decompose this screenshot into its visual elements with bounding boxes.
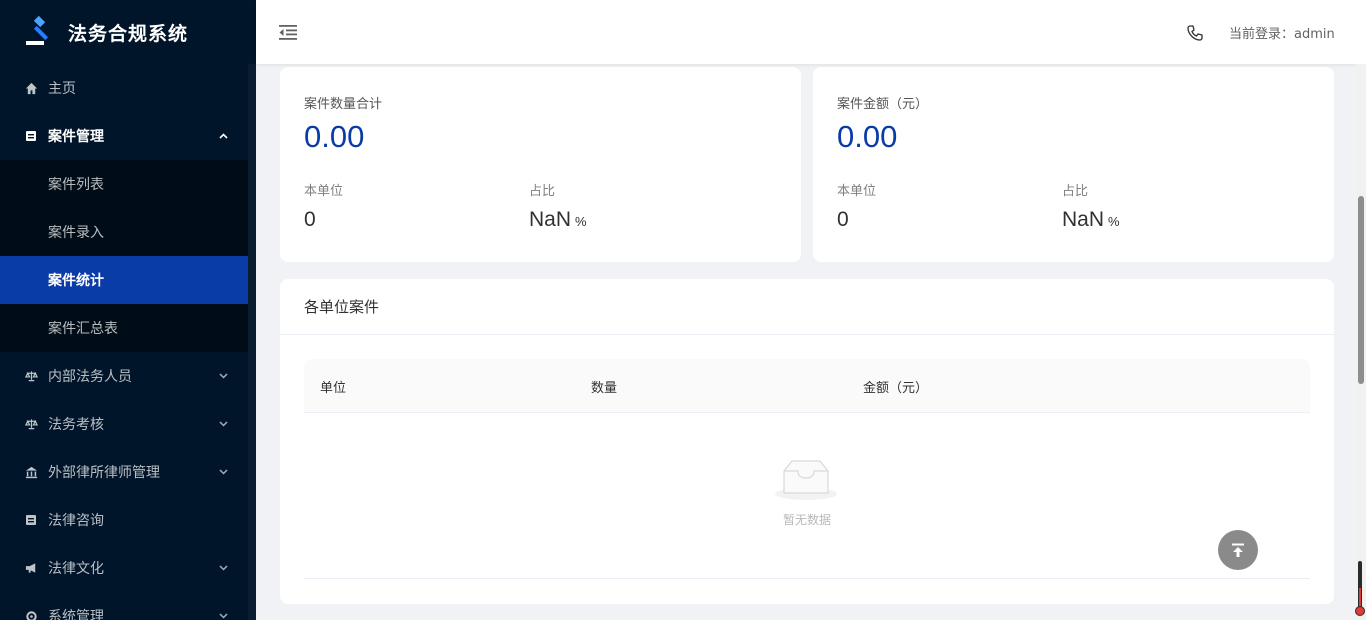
stat-unit-value: 0 <box>837 208 849 231</box>
sidebar-item-label: 法务考核 <box>48 417 104 433</box>
empty-text: 暂无数据 <box>782 513 831 527</box>
sidebar-scrollbar[interactable] <box>248 64 256 620</box>
sidebar-item-label: 法律文化 <box>48 561 104 577</box>
case-submenu: 案件列表 案件录入 案件统计 案件汇总表 <box>0 160 248 352</box>
sidebar-item-legal-assessment[interactable]: 法务考核 <box>0 400 248 448</box>
sidebar-item-label: 案件统计 <box>48 273 104 289</box>
sidebar-item-case-management[interactable]: 案件管理 <box>0 112 248 160</box>
stat-ratio-label: 占比 <box>529 184 556 199</box>
top-header: 当前登录：admin <box>256 0 1366 64</box>
case-count-card: 案件数量合计 0.00 本单位 占比 0 NaN% <box>280 67 801 262</box>
case-icon <box>24 513 38 527</box>
column-header-count[interactable]: 数量 <box>591 377 617 396</box>
chevron-up-icon <box>218 131 228 141</box>
sidebar-item-label: 案件录入 <box>48 225 104 241</box>
app-logo[interactable]: 法务合规系统 <box>0 0 256 64</box>
chevron-down-icon <box>218 563 228 573</box>
stat-value: 0.00 <box>304 119 365 154</box>
table-header: 单位 数量 金额（元） <box>304 359 1310 413</box>
scale-icon <box>24 417 38 431</box>
home-icon <box>24 81 38 95</box>
case-icon <box>24 129 38 143</box>
unit-cases-card: 各单位案件 单位 数量 金额（元） 暂无数据 <box>280 279 1334 604</box>
sidebar-item-label: 案件管理 <box>48 129 104 145</box>
page-scrollbar-thumb[interactable] <box>1358 196 1364 384</box>
sidebar-item-internal-legal-staff[interactable]: 内部法务人员 <box>0 352 248 400</box>
scale-icon <box>24 369 38 383</box>
stat-unit-label: 本单位 <box>837 184 877 199</box>
page-scrollbar[interactable] <box>1356 64 1366 620</box>
chevron-down-icon <box>218 371 228 381</box>
sidebar-item-case-entry[interactable]: 案件录入 <box>0 208 248 256</box>
stat-value: 0.00 <box>837 119 898 154</box>
sidebar-item-case-list[interactable]: 案件列表 <box>0 160 248 208</box>
sidebar-item-label: 系统管理 <box>48 609 104 620</box>
chevron-down-icon <box>218 419 228 429</box>
sidebar-item-external-law-firms[interactable]: 外部律所律师管理 <box>0 448 248 496</box>
sidebar-item-system-management[interactable]: 系统管理 <box>0 592 248 620</box>
phone-icon[interactable] <box>1186 24 1204 42</box>
sidebar-item-label: 主页 <box>48 81 76 97</box>
stat-ratio-value: NaN% <box>529 208 587 232</box>
gear-icon <box>24 609 38 620</box>
sidebar-item-label: 法律咨询 <box>48 513 104 529</box>
megaphone-icon <box>24 561 38 575</box>
stat-unit-value: 0 <box>304 208 316 231</box>
thermometer-icon[interactable] <box>1355 560 1365 618</box>
sidebar: 法务合规系统 主页 案件管理 案件列表 案件录入 案件统计 案件汇总表 内部法务… <box>0 0 256 620</box>
column-header-amount[interactable]: 金额（元） <box>863 377 928 396</box>
sidebar-item-label: 案件汇总表 <box>48 321 118 337</box>
gavel-logo-icon <box>26 16 49 45</box>
chevron-down-icon <box>218 467 228 477</box>
sidebar-item-legal-consultation[interactable]: 法律咨询 <box>0 496 248 544</box>
ratio-number: NaN <box>529 208 572 231</box>
sidebar-item-legal-culture[interactable]: 法律文化 <box>0 544 248 592</box>
case-amount-card: 案件金额（元） 0.00 本单位 占比 0 NaN% <box>813 67 1334 262</box>
ratio-number: NaN <box>1062 208 1105 231</box>
empty-inbox-icon <box>775 460 837 500</box>
bank-icon <box>24 465 38 479</box>
ratio-unit: % <box>1108 214 1120 229</box>
column-header-unit[interactable]: 单位 <box>320 377 346 396</box>
stat-ratio-label: 占比 <box>1062 184 1089 199</box>
arrow-up-to-line-icon <box>1232 543 1244 557</box>
stat-title: 案件数量合计 <box>304 97 383 112</box>
sidebar-item-label: 内部法务人员 <box>48 369 132 385</box>
back-to-top-button[interactable] <box>1218 530 1258 570</box>
chevron-down-icon <box>218 611 228 620</box>
sidebar-item-home[interactable]: 主页 <box>0 64 248 112</box>
app-title: 法务合规系统 <box>68 22 189 45</box>
sidebar-item-label: 案件列表 <box>48 177 104 193</box>
sidebar-item-label: 外部律所律师管理 <box>48 465 160 481</box>
stat-title: 案件金额（元） <box>837 97 929 112</box>
ratio-unit: % <box>575 214 587 229</box>
sidebar-menu: 主页 案件管理 案件列表 案件录入 案件统计 案件汇总表 内部法务人员 法务考核… <box>0 64 248 620</box>
card-title: 各单位案件 <box>280 279 1334 335</box>
current-user-info: 当前登录：admin <box>1229 27 1335 42</box>
menu-fold-icon[interactable] <box>278 22 298 42</box>
table-empty-state: 暂无数据 <box>304 413 1310 579</box>
stat-unit-label: 本单位 <box>304 184 344 199</box>
sidebar-item-case-statistics[interactable]: 案件统计 <box>0 256 248 304</box>
stat-ratio-value: NaN% <box>1062 208 1120 232</box>
sidebar-item-case-summary[interactable]: 案件汇总表 <box>0 304 248 352</box>
